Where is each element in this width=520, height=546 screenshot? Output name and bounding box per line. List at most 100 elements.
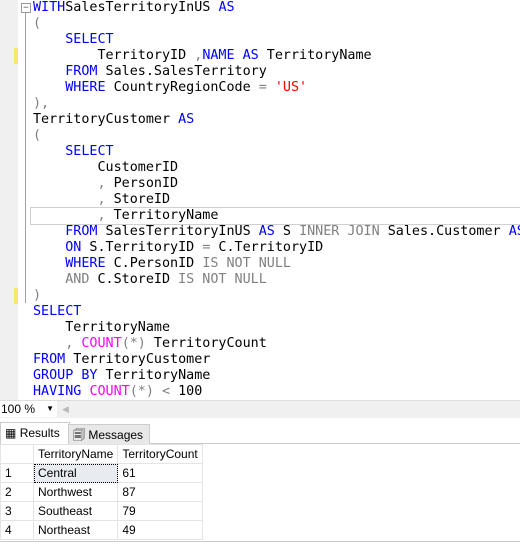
cell[interactable]: 87 xyxy=(117,482,203,502)
code-token: SELECT xyxy=(33,304,82,319)
code-token: FROM xyxy=(33,352,66,367)
code-token: WITH xyxy=(33,0,66,15)
table-row: 2 Northwest 87 xyxy=(0,482,203,502)
code-line[interactable]: SELECT xyxy=(33,32,520,48)
code-line[interactable]: ) xyxy=(33,288,520,304)
code-token: COUNT xyxy=(81,336,122,351)
tab-messages[interactable]: 🗐 Messages xyxy=(68,424,150,445)
code-token: FROM xyxy=(65,224,98,239)
code-token: SELECT xyxy=(65,144,114,159)
cell[interactable]: 49 xyxy=(117,520,203,540)
column-header[interactable]: TerritoryName xyxy=(32,444,119,464)
code-token: C.TerritoryID xyxy=(210,240,324,255)
cell[interactable]: Southeast xyxy=(32,501,119,521)
code-token: , xyxy=(97,208,106,223)
zoom-select[interactable]: 100 % ▼ xyxy=(0,401,57,417)
code-line[interactable]: ( xyxy=(33,16,520,32)
code-line[interactable]: CustomerID xyxy=(33,160,520,176)
code-line[interactable]: WITHSalesTerritoryInUS AS xyxy=(33,0,520,16)
code-line[interactable]: , PersonID xyxy=(33,176,520,192)
code-token: TerritoryCount xyxy=(145,336,267,351)
code-line[interactable]: SELECT xyxy=(33,144,520,160)
cell[interactable]: Northeast xyxy=(32,520,119,540)
code-token: NAME xyxy=(202,48,235,63)
chevron-down-icon: ▼ xyxy=(46,404,54,413)
code-line[interactable]: AND C.StoreID IS NOT NULL xyxy=(33,272,520,288)
code-token: AS xyxy=(508,224,520,239)
scroll-left-icon[interactable]: ◀ xyxy=(62,404,69,415)
messages-icon: 🗐 xyxy=(73,428,85,442)
cell[interactable]: Central xyxy=(32,463,119,483)
code-token: < xyxy=(162,384,171,399)
column-header[interactable]: TerritoryCount xyxy=(117,444,203,464)
results-grid: TerritoryName TerritoryCount 1 Central 61 … xyxy=(0,444,203,540)
row-number[interactable]: 4 xyxy=(0,520,34,540)
code-token: C.StoreID xyxy=(89,272,179,287)
code-line[interactable]: TerritoryName xyxy=(33,320,520,336)
row-number[interactable]: 1 xyxy=(0,463,34,483)
row-number[interactable]: 3 xyxy=(0,501,34,521)
cell[interactable]: Northwest xyxy=(32,482,119,502)
code-line[interactable]: TerritoryID ,NAME AS TerritoryName xyxy=(33,48,520,64)
zoom-bar: 100 % ▼ ◀ xyxy=(0,400,520,418)
code-token: StoreID xyxy=(105,192,171,207)
code-line[interactable]: ), xyxy=(33,96,520,112)
code-token: CustomerID xyxy=(33,160,179,175)
code-token: WHERE xyxy=(65,256,106,271)
code-token: 'US' xyxy=(274,80,308,95)
collapse-icon[interactable]: − xyxy=(21,3,31,13)
code-line[interactable]: FROM SalesTerritoryInUS AS S INNER JOIN … xyxy=(33,224,520,240)
code-line[interactable]: ( xyxy=(33,128,520,144)
code-token: S xyxy=(274,224,300,239)
tab-messages-label: Messages xyxy=(88,428,144,442)
sql-code[interactable]: WITHSalesTerritoryInUS AS( SELECT Territ… xyxy=(30,0,520,400)
tab-results-label: Results xyxy=(19,426,60,440)
code-token: AS xyxy=(178,112,195,127)
code-token: Sales.Customer xyxy=(379,224,509,239)
grid-icon: ▦ xyxy=(5,426,17,440)
code-token: SELECT xyxy=(65,32,114,47)
code-line[interactable]: WHERE C.PersonID IS NOT NULL xyxy=(33,256,520,272)
code-line[interactable]: SELECT xyxy=(33,304,520,320)
code-line[interactable]: ON S.TerritoryID = C.TerritoryID xyxy=(33,240,520,256)
code-line[interactable]: HAVING COUNT(*) < 100 xyxy=(33,384,520,400)
cell[interactable]: 79 xyxy=(117,501,203,521)
code-token: HAVING xyxy=(33,384,82,399)
code-token: 100 xyxy=(170,384,203,399)
code-line[interactable]: FROM Sales.SalesTerritory xyxy=(33,64,520,80)
code-token: , xyxy=(97,192,106,207)
outline-line xyxy=(25,13,26,303)
code-line[interactable]: FROM TerritoryCustomer xyxy=(33,352,520,368)
query-editor[interactable]: − WITHSalesTerritoryInUS AS( SELECT Terr… xyxy=(0,0,520,400)
code-token: ), xyxy=(33,96,50,111)
code-token: TerritoryCustomer xyxy=(65,352,211,367)
change-marker xyxy=(14,288,18,304)
editor-gutter xyxy=(0,0,18,400)
code-token: INNER JOIN xyxy=(299,224,380,239)
code-line[interactable]: , TerritoryName xyxy=(30,207,520,225)
code-token: S.TerritoryID xyxy=(81,240,203,255)
code-token: = xyxy=(258,80,267,95)
code-token: ) xyxy=(33,288,42,303)
code-token: TerritoryName xyxy=(258,48,372,63)
code-token: , xyxy=(97,176,106,191)
code-line[interactable]: , StoreID xyxy=(33,192,520,208)
code-line[interactable]: GROUP BY TerritoryName xyxy=(33,368,520,384)
code-token: TerritoryCustomer xyxy=(33,112,179,127)
code-line[interactable]: TerritoryCustomer AS xyxy=(33,112,520,128)
code-token: TerritoryName xyxy=(33,320,171,335)
code-line[interactable]: WHERE CountryRegionCode = 'US' xyxy=(33,80,520,96)
code-line[interactable]: , COUNT(*) TerritoryCount xyxy=(33,336,520,352)
code-token: AS xyxy=(218,0,235,15)
cell[interactable]: 61 xyxy=(117,463,203,483)
row-number[interactable]: 2 xyxy=(0,482,34,502)
code-token: AND xyxy=(65,272,90,287)
tab-results[interactable]: ▦ Results xyxy=(0,422,70,444)
